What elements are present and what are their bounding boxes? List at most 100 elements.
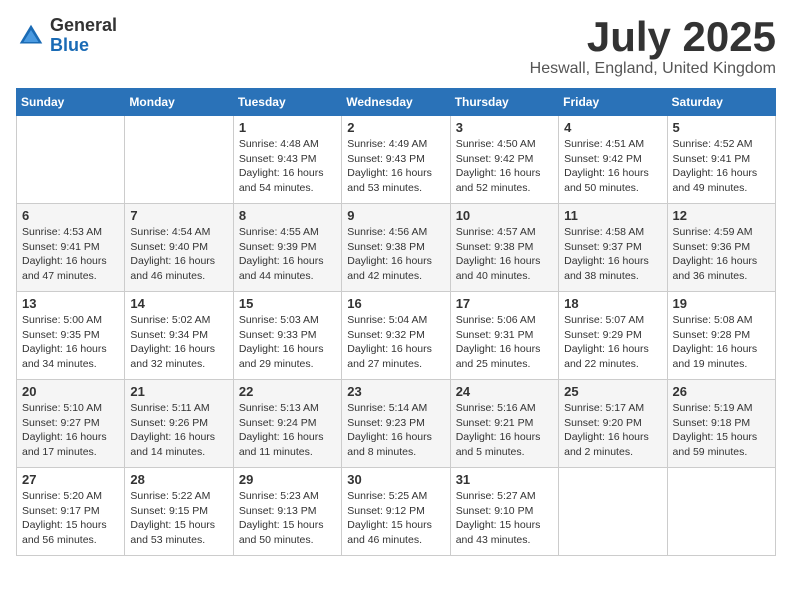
calendar-cell: 18 Sunrise: 5:07 AM Sunset: 9:29 PM Dayli… (559, 292, 667, 380)
calendar-cell: 12Sunrise: 4:59 AM Sunset: 9:36 PM Dayli… (667, 204, 775, 292)
day-info: Sunrise: 4:58 AM Sunset: 9:37 PM Dayligh… (564, 225, 661, 284)
calendar-cell: 13 Sunrise: 5:00 AM Sunset: 9:35 PM Dayli… (17, 292, 125, 380)
calendar-cell: 3 Sunrise: 4:50 AM Sunset: 9:42 PM Daylig… (450, 116, 558, 204)
day-number: 19 (673, 296, 770, 311)
calendar-cell (17, 116, 125, 204)
day-info: Sunrise: 5:22 AM Sunset: 9:15 PM Dayligh… (130, 489, 227, 548)
location-text: Heswall, England, United Kingdom (530, 60, 776, 78)
calendar-cell: 22 Sunrise: 5:13 AM Sunset: 9:24 PM Dayli… (233, 380, 341, 468)
calendar-cell: 25Sunrise: 5:17 AM Sunset: 9:20 PM Dayli… (559, 380, 667, 468)
logo-blue-text: Blue (50, 36, 117, 56)
day-info: Sunrise: 5:07 AM Sunset: 9:29 PM Dayligh… (564, 313, 661, 372)
day-info: Sunrise: 5:23 AM Sunset: 9:13 PM Dayligh… (239, 489, 336, 548)
calendar-cell: 17 Sunrise: 5:06 AM Sunset: 9:31 PM Dayli… (450, 292, 558, 380)
column-header-wednesday: Wednesday (342, 89, 450, 116)
title-block: July 2025 Heswall, England, United Kingd… (530, 16, 776, 78)
day-number: 1 (239, 120, 336, 135)
day-info: Sunrise: 4:48 AM Sunset: 9:43 PM Dayligh… (239, 137, 336, 196)
day-info: Sunrise: 4:56 AM Sunset: 9:38 PM Dayligh… (347, 225, 444, 284)
day-number: 13 (22, 296, 119, 311)
day-number: 17 (456, 296, 553, 311)
day-number: 5 (673, 120, 770, 135)
calendar-cell: 9 Sunrise: 4:56 AM Sunset: 9:38 PM Daylig… (342, 204, 450, 292)
calendar-cell (667, 468, 775, 556)
day-info: Sunrise: 5:06 AM Sunset: 9:31 PM Dayligh… (456, 313, 553, 372)
day-info: Sunrise: 5:11 AM Sunset: 9:26 PM Dayligh… (130, 401, 227, 460)
day-number: 6 (22, 208, 119, 223)
calendar-cell (559, 468, 667, 556)
month-title: July 2025 (530, 16, 776, 58)
day-number: 30 (347, 472, 444, 487)
day-info: Sunrise: 5:00 AM Sunset: 9:35 PM Dayligh… (22, 313, 119, 372)
day-info: Sunrise: 4:57 AM Sunset: 9:38 PM Dayligh… (456, 225, 553, 284)
column-header-thursday: Thursday (450, 89, 558, 116)
day-number: 16 (347, 296, 444, 311)
page-header: General Blue July 2025 Heswall, England,… (16, 16, 776, 78)
calendar-cell: 10 Sunrise: 4:57 AM Sunset: 9:38 PM Dayli… (450, 204, 558, 292)
calendar-cell: 29 Sunrise: 5:23 AM Sunset: 9:13 PM Dayli… (233, 468, 341, 556)
day-number: 10 (456, 208, 553, 223)
calendar-cell: 4 Sunrise: 4:51 AM Sunset: 9:42 PM Daylig… (559, 116, 667, 204)
day-info: Sunrise: 5:08 AM Sunset: 9:28 PM Dayligh… (673, 313, 770, 372)
calendar-cell: 30 Sunrise: 5:25 AM Sunset: 9:12 PM Dayli… (342, 468, 450, 556)
calendar-cell: 20Sunrise: 5:10 AM Sunset: 9:27 PM Dayli… (17, 380, 125, 468)
logo-general-text: General (50, 16, 117, 36)
calendar-cell: 8 Sunrise: 4:55 AM Sunset: 9:39 PM Daylig… (233, 204, 341, 292)
calendar-cell: 31 Sunrise: 5:27 AM Sunset: 9:10 PM Dayli… (450, 468, 558, 556)
day-number: 18 (564, 296, 661, 311)
column-header-sunday: Sunday (17, 89, 125, 116)
day-info: Sunrise: 5:19 AM Sunset: 9:18 PM Dayligh… (673, 401, 770, 460)
day-info: Sunrise: 5:13 AM Sunset: 9:24 PM Dayligh… (239, 401, 336, 460)
week-row-1: 1 Sunrise: 4:48 AM Sunset: 9:43 PM Daylig… (17, 116, 776, 204)
day-number: 8 (239, 208, 336, 223)
days-header-row: SundayMondayTuesdayWednesdayThursdayFrid… (17, 89, 776, 116)
day-info: Sunrise: 4:52 AM Sunset: 9:41 PM Dayligh… (673, 137, 770, 196)
day-info: Sunrise: 4:59 AM Sunset: 9:36 PM Dayligh… (673, 225, 770, 284)
calendar-cell: 2Sunrise: 4:49 AM Sunset: 9:43 PM Daylig… (342, 116, 450, 204)
day-number: 28 (130, 472, 227, 487)
day-number: 21 (130, 384, 227, 399)
calendar-cell: 19 Sunrise: 5:08 AM Sunset: 9:28 PM Dayli… (667, 292, 775, 380)
calendar-cell: 1 Sunrise: 4:48 AM Sunset: 9:43 PM Daylig… (233, 116, 341, 204)
day-number: 31 (456, 472, 553, 487)
calendar-cell: 26 Sunrise: 5:19 AM Sunset: 9:18 PM Dayli… (667, 380, 775, 468)
day-info: Sunrise: 4:54 AM Sunset: 9:40 PM Dayligh… (130, 225, 227, 284)
day-info: Sunrise: 5:25 AM Sunset: 9:12 PM Dayligh… (347, 489, 444, 548)
calendar-cell (125, 116, 233, 204)
calendar-cell: 11 Sunrise: 4:58 AM Sunset: 9:37 PM Dayli… (559, 204, 667, 292)
calendar-cell: 28 Sunrise: 5:22 AM Sunset: 9:15 PM Dayli… (125, 468, 233, 556)
day-number: 14 (130, 296, 227, 311)
week-row-2: 6 Sunrise: 4:53 AM Sunset: 9:41 PM Daylig… (17, 204, 776, 292)
column-header-friday: Friday (559, 89, 667, 116)
week-row-4: 20Sunrise: 5:10 AM Sunset: 9:27 PM Dayli… (17, 380, 776, 468)
day-info: Sunrise: 5:10 AM Sunset: 9:27 PM Dayligh… (22, 401, 119, 460)
calendar-cell: 14 Sunrise: 5:02 AM Sunset: 9:34 PM Dayli… (125, 292, 233, 380)
day-number: 26 (673, 384, 770, 399)
day-info: Sunrise: 4:53 AM Sunset: 9:41 PM Dayligh… (22, 225, 119, 284)
column-header-saturday: Saturday (667, 89, 775, 116)
day-info: Sunrise: 5:14 AM Sunset: 9:23 PM Dayligh… (347, 401, 444, 460)
day-number: 24 (456, 384, 553, 399)
day-number: 4 (564, 120, 661, 135)
calendar-cell: 27Sunrise: 5:20 AM Sunset: 9:17 PM Dayli… (17, 468, 125, 556)
logo: General Blue (16, 16, 117, 56)
day-info: Sunrise: 5:02 AM Sunset: 9:34 PM Dayligh… (130, 313, 227, 372)
day-number: 11 (564, 208, 661, 223)
day-info: Sunrise: 5:27 AM Sunset: 9:10 PM Dayligh… (456, 489, 553, 548)
day-info: Sunrise: 4:50 AM Sunset: 9:42 PM Dayligh… (456, 137, 553, 196)
day-info: Sunrise: 4:55 AM Sunset: 9:39 PM Dayligh… (239, 225, 336, 284)
logo-icon (16, 21, 46, 51)
day-number: 3 (456, 120, 553, 135)
calendar-cell: 16Sunrise: 5:04 AM Sunset: 9:32 PM Dayli… (342, 292, 450, 380)
day-number: 9 (347, 208, 444, 223)
day-number: 27 (22, 472, 119, 487)
calendar-cell: 23Sunrise: 5:14 AM Sunset: 9:23 PM Dayli… (342, 380, 450, 468)
day-info: Sunrise: 4:51 AM Sunset: 9:42 PM Dayligh… (564, 137, 661, 196)
day-number: 25 (564, 384, 661, 399)
day-number: 22 (239, 384, 336, 399)
calendar-table: SundayMondayTuesdayWednesdayThursdayFrid… (16, 88, 776, 556)
day-number: 7 (130, 208, 227, 223)
day-number: 15 (239, 296, 336, 311)
day-number: 29 (239, 472, 336, 487)
calendar-cell: 21 Sunrise: 5:11 AM Sunset: 9:26 PM Dayli… (125, 380, 233, 468)
